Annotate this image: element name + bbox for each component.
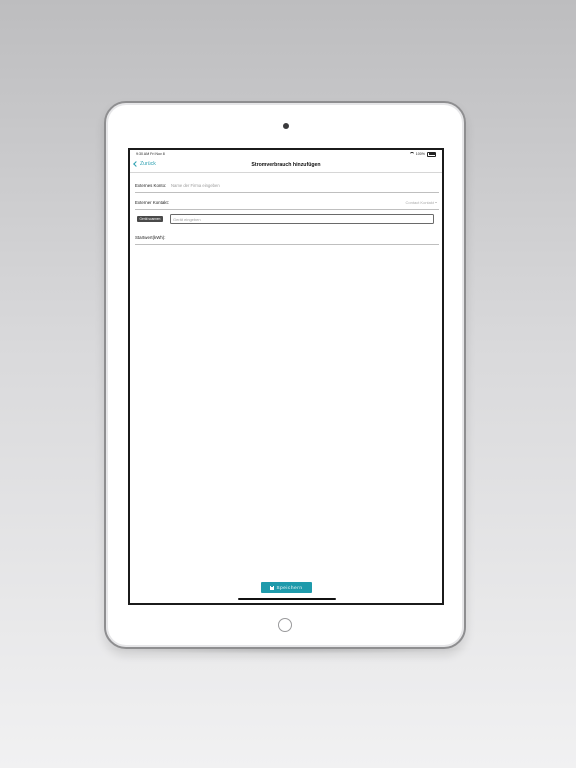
external-account-input[interactable] xyxy=(171,182,351,188)
home-button[interactable] xyxy=(278,618,292,632)
status-indicators: 100% xyxy=(409,151,436,157)
battery-percent: 100% xyxy=(415,152,425,156)
status-bar: 9:30 AM Fri Nov 8 100% xyxy=(130,150,442,158)
ipad-frame: 9:30 AM Fri Nov 8 100% Stromverbrauch hi… xyxy=(104,101,466,649)
home-indicator xyxy=(238,598,336,600)
external-contact-value: Contact Kontakt xyxy=(405,200,434,205)
external-account-row: Externes Konto: xyxy=(135,181,439,193)
page-title: Stromverbrauch hinzufügen xyxy=(251,162,321,168)
meter-start-row: Startwert(kWh): xyxy=(135,233,439,245)
status-time: 9:30 AM Fri Nov 8 xyxy=(136,152,165,156)
app-screen: 9:30 AM Fri Nov 8 100% Stromverbrauch hi… xyxy=(128,148,444,605)
device-input[interactable] xyxy=(170,214,434,224)
save-label: Speichern xyxy=(276,585,303,590)
save-button[interactable]: Speichern xyxy=(261,582,312,593)
save-icon xyxy=(270,585,275,590)
battery-icon xyxy=(427,151,436,157)
back-button[interactable]: Zurück xyxy=(133,161,156,167)
scan-device-button[interactable]: Gerät scannen xyxy=(137,216,163,222)
external-account-label: Externes Konto: xyxy=(135,183,167,188)
caret-down-icon xyxy=(435,202,437,203)
back-label: Zurück xyxy=(140,161,156,167)
device-row: Gerät scannen xyxy=(137,214,437,224)
camera-icon xyxy=(283,123,289,129)
meter-start-label: Startwert(kWh): xyxy=(135,235,166,240)
external-contact-row: Externer Kontakt: Contact Kontakt xyxy=(135,198,439,210)
chevron-left-icon xyxy=(133,161,139,167)
external-contact-select[interactable]: Contact Kontakt xyxy=(406,200,437,205)
navigation-bar: Stromverbrauch hinzufügen Zurück xyxy=(130,159,442,173)
wifi-icon xyxy=(409,152,414,156)
external-contact-label: Externer Kontakt: xyxy=(135,200,169,205)
